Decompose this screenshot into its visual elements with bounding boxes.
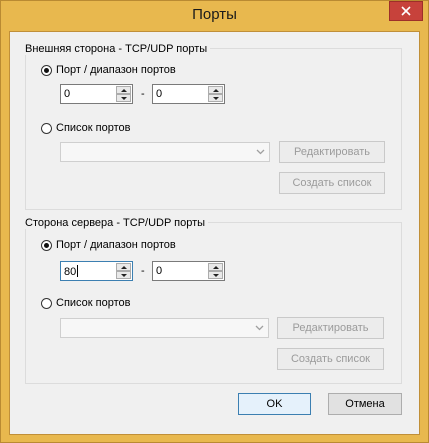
server-list-label: Список портов xyxy=(56,297,131,309)
spin-up-button[interactable] xyxy=(116,86,131,94)
spin-up-icon xyxy=(120,88,127,92)
server-range-label: Порт / диапазон портов xyxy=(56,239,176,251)
external-port-from-spinner xyxy=(116,86,131,102)
chevron-down-icon xyxy=(256,149,265,155)
external-list-radio[interactable] xyxy=(41,122,52,134)
radio-dot xyxy=(44,67,49,73)
server-port-to-spinner xyxy=(208,263,223,279)
radio-dot xyxy=(44,242,49,248)
title-bar[interactable]: Порты xyxy=(1,1,428,31)
spin-down-icon xyxy=(212,273,219,277)
server-list-radio[interactable] xyxy=(41,297,52,309)
spin-up-icon xyxy=(120,265,127,269)
spin-down-button[interactable] xyxy=(208,271,223,279)
server-edit-button[interactable]: Редактировать xyxy=(277,317,384,339)
spin-down-button[interactable] xyxy=(116,271,131,279)
spin-down-button[interactable] xyxy=(208,94,223,102)
external-group-title: Внешняя сторона - TCP/UDP порты xyxy=(25,43,211,55)
server-port-to-input[interactable]: 0 xyxy=(152,261,225,281)
external-ports-group: Внешняя сторона - TCP/UDP порты Порт / д… xyxy=(25,43,402,210)
external-edit-button[interactable]: Редактировать xyxy=(279,141,385,163)
external-range-option[interactable]: Порт / диапазон портов xyxy=(41,64,176,76)
spin-down-icon xyxy=(120,96,127,100)
external-list-label: Список портов xyxy=(56,122,131,134)
spin-up-button[interactable] xyxy=(208,263,223,271)
server-range-radio[interactable] xyxy=(41,239,52,251)
server-range-separator: - xyxy=(141,265,145,277)
close-icon xyxy=(401,6,411,16)
cancel-button[interactable]: Отмена xyxy=(328,393,402,415)
server-list-option[interactable]: Список портов xyxy=(41,297,130,309)
external-range-separator: - xyxy=(141,88,145,100)
external-port-to-value: 0 xyxy=(156,88,163,100)
server-port-from-input[interactable]: 80 xyxy=(60,261,133,281)
text-caret xyxy=(77,265,79,277)
ok-button[interactable]: OK xyxy=(238,393,311,415)
spin-down-button[interactable] xyxy=(116,94,131,102)
server-create-list-button[interactable]: Создать список xyxy=(277,348,384,370)
server-group-title: Сторона сервера - TCP/UDP порты xyxy=(25,217,209,229)
chevron-down-icon xyxy=(255,325,264,331)
server-port-list-dropdown[interactable] xyxy=(60,318,269,338)
server-port-from-value: 80 xyxy=(64,266,77,278)
server-range-option[interactable]: Порт / диапазон портов xyxy=(41,239,176,251)
spin-down-icon xyxy=(212,96,219,100)
external-create-list-button[interactable]: Создать список xyxy=(279,172,385,194)
window-title: Порты xyxy=(192,6,237,23)
spin-up-button[interactable] xyxy=(208,86,223,94)
external-port-to-input[interactable]: 0 xyxy=(152,84,225,104)
external-range-label: Порт / диапазон портов xyxy=(56,64,176,76)
spin-up-icon xyxy=(212,265,219,269)
close-button[interactable] xyxy=(389,1,423,21)
server-port-from-spinner xyxy=(116,263,131,279)
spin-up-icon xyxy=(212,88,219,92)
dialog-window: Порты Внешняя сторона - TCP/UDP порты По… xyxy=(0,0,429,443)
external-port-list-dropdown[interactable] xyxy=(60,142,270,162)
server-ports-group: Сторона сервера - TCP/UDP порты Порт / д… xyxy=(25,217,402,384)
spin-down-icon xyxy=(120,273,127,277)
external-list-option[interactable]: Список портов xyxy=(41,122,130,134)
dialog-body: Внешняя сторона - TCP/UDP порты Порт / д… xyxy=(9,31,420,435)
server-port-to-value: 0 xyxy=(156,265,163,277)
external-range-radio[interactable] xyxy=(41,64,52,76)
external-port-from-value: 0 xyxy=(64,88,71,100)
spin-up-button[interactable] xyxy=(116,263,131,271)
external-port-from-input[interactable]: 0 xyxy=(60,84,133,104)
external-port-to-spinner xyxy=(208,86,223,102)
